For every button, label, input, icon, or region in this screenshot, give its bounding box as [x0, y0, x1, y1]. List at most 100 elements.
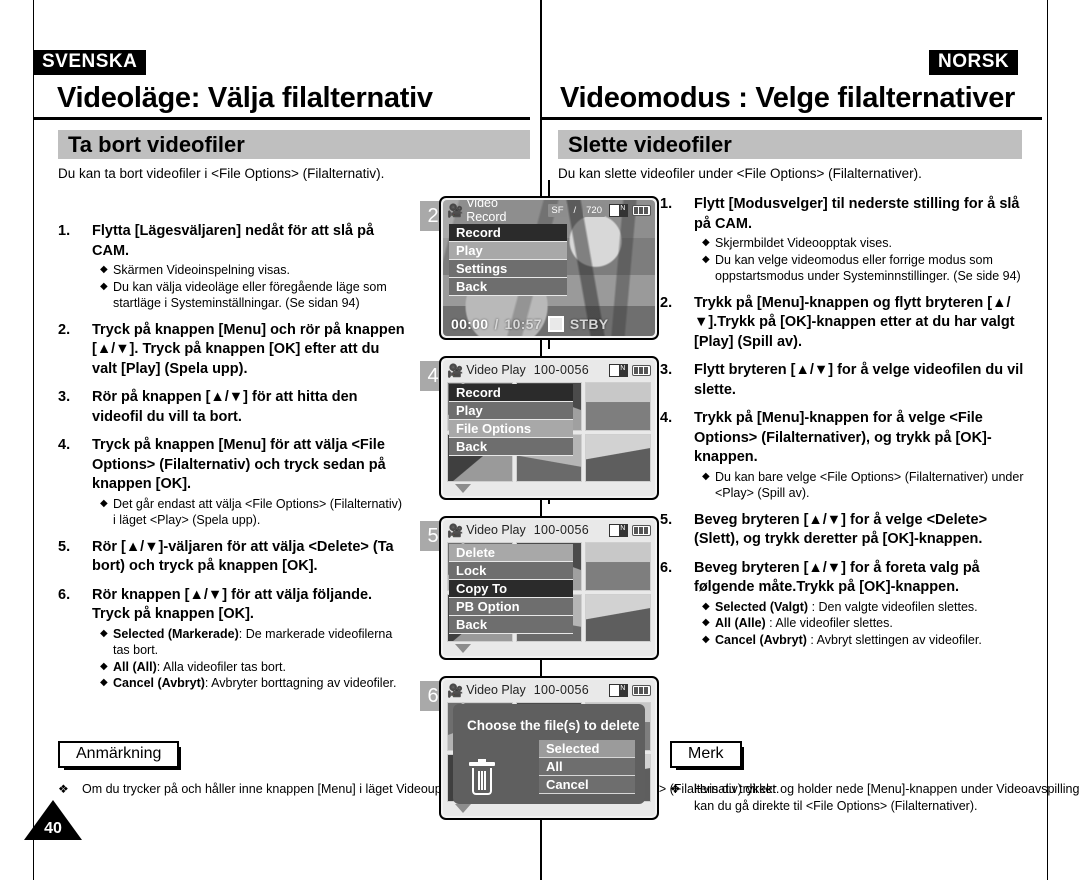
- bullet-text: Skjermbildet Videoopptak vises.: [715, 236, 892, 250]
- menu-item-back[interactable]: Back: [449, 438, 573, 456]
- status-bar: 🎥 Video Play 100-0056 N: [443, 520, 655, 540]
- file-number-label: 100-0056: [533, 523, 589, 537]
- lcd-menu[interactable]: Record Play File Options Back: [449, 384, 573, 456]
- screenshot-file-options-menu: 5 🎥 Video Play 100-0056 N Delete Lock Co…: [420, 516, 660, 671]
- menu-item-back[interactable]: Back: [449, 278, 567, 296]
- quality-separator: /: [573, 204, 577, 216]
- resolution-badge: 720: [583, 203, 605, 217]
- step-item: 1. Flytta [Lägesväljaren] nedåt för att …: [58, 222, 408, 312]
- step-text: Trykk på [Menu]-knappen for å velge <Fil…: [694, 410, 992, 465]
- diamond-bullet-icon: ◆: [702, 600, 710, 612]
- note-label: Anmärkning: [58, 741, 182, 771]
- status-bar: 🎥 Video Record SF / 720 N: [443, 200, 655, 224]
- screen-mode-title: Video Record: [466, 200, 507, 224]
- memory-card-icon: N: [609, 683, 628, 697]
- step-number: 2.: [58, 321, 71, 338]
- menu-item-record[interactable]: Record: [449, 224, 567, 242]
- dialog-button-cancel[interactable]: Cancel: [539, 776, 635, 794]
- memory-card-icon: N: [609, 523, 628, 537]
- bullet-item: ◆ Det går endast att välja <File Options…: [92, 496, 408, 529]
- memory-card-label: N: [618, 204, 627, 216]
- bullet-item: ◆ Selected (Valgt) : Den valgte videofil…: [694, 599, 1035, 616]
- step-text: Tryck på knappen [Menu] och rör på knapp…: [92, 321, 405, 377]
- lcd-menu[interactable]: Delete Lock Copy To PB Option Back: [449, 544, 573, 634]
- scroll-down-arrow-icon[interactable]: [455, 804, 471, 813]
- intro-text-norwegian: Du kan slette videofiler under <File Opt…: [558, 166, 922, 181]
- step-text: Trykk på [Menu]-knappen og flytt brytere…: [694, 294, 1015, 350]
- thumbnail-item[interactable]: [585, 433, 651, 482]
- step-item: 4. Trykk på [Menu]-knappen for å velge <…: [660, 409, 1035, 502]
- header-rule-right: [542, 117, 1042, 120]
- thumbnail-item[interactable]: [585, 542, 651, 591]
- step-number: 5.: [660, 511, 673, 528]
- diamond-bullet-icon: ◆: [100, 280, 108, 292]
- bullet-text: All (All): Alla videofiler tas bort.: [113, 659, 408, 676]
- bullet-text: Du kan bare velge <File Options> (Filalt…: [715, 469, 1024, 501]
- menu-item-back[interactable]: Back: [449, 616, 573, 634]
- step-item: 6. Beveg bryteren [▲/▼] for å foreta val…: [660, 559, 1035, 649]
- step-text: Flytt [Modusvelger] til nederste stillin…: [694, 196, 1020, 232]
- step-item: 2. Trykk på [Menu]-knappen og flytt bryt…: [660, 294, 1035, 353]
- menu-item-copy-to[interactable]: Copy To: [449, 580, 573, 598]
- dialog-title: Choose the file(s) to delete: [467, 718, 640, 733]
- menu-item-lock[interactable]: Lock: [449, 562, 573, 580]
- step-item: 1. Flytt [Modusvelger] til nederste stil…: [660, 195, 1035, 285]
- dialog-button-all[interactable]: All: [539, 758, 635, 776]
- menu-item-file-options[interactable]: File Options: [449, 420, 573, 438]
- bullet-item: ◆ Du kan bare velge <File Options> (Fila…: [694, 469, 1035, 502]
- steps-list-swedish: 1. Flytta [Lägesväljaren] nedåt för att …: [58, 222, 408, 701]
- thumbnail-item[interactable]: [585, 382, 651, 431]
- lcd-inner: 🎥 Video Play 100-0056 N Choose the file(…: [443, 680, 655, 816]
- bullet-text: Du kan välja videoläge eller föregående …: [113, 279, 387, 311]
- standby-box-icon: [547, 316, 564, 332]
- step-text: Rör knappen [▲/▼] för att välja följande…: [92, 586, 373, 623]
- bullet-desc: : Avbryter borttagning av videofiler.: [204, 676, 397, 690]
- language-tag-label: SVENSKA: [33, 50, 147, 75]
- diamond-bullet-icon: ◆: [100, 264, 108, 275]
- screen-mode-title: Video Play: [466, 683, 526, 697]
- screen-mode-title: Video Play: [466, 363, 526, 377]
- camcorder-icon: 🎥: [447, 682, 464, 698]
- step-bullets: ◆ Skjermbildet Videoopptak vises. ◆ Du k…: [694, 235, 1035, 285]
- step-item: 5. Rör [▲/▼]-väljaren för att välja <Del…: [58, 538, 408, 577]
- bullet-text: Skärmen Videoinspelning visas.: [113, 263, 290, 277]
- dialog-button-selected[interactable]: Selected: [539, 740, 635, 758]
- memory-card-icon: N: [609, 363, 628, 377]
- thumbnail-item[interactable]: [585, 593, 651, 642]
- step-number: 5.: [58, 538, 71, 555]
- lcd-menu[interactable]: Record Play Settings Back: [449, 224, 567, 296]
- dialog-buttons[interactable]: Selected All Cancel: [539, 740, 635, 794]
- diamond-bullet-icon: ◆: [702, 633, 710, 645]
- camcorder-icon: 🎥: [447, 362, 464, 378]
- lcd-inner: 🎥 Video Play 100-0056 N Record Play File…: [443, 360, 655, 496]
- left-margin-rule: [33, 0, 34, 880]
- menu-item-play[interactable]: Play: [449, 402, 573, 420]
- trash-can-icon: [469, 759, 495, 796]
- battery-icon: [632, 524, 651, 536]
- camera-screenshots: 2 🎥 Video Record SF / 720 N Record Play …: [420, 180, 660, 836]
- diamond-bullet-icon: ◆: [100, 660, 108, 672]
- step-text: Flytt bryteren [▲/▼] for å velge videofi…: [694, 362, 1024, 398]
- diamond-bullet-icon: ◆: [702, 253, 710, 265]
- scroll-down-arrow-icon[interactable]: [455, 644, 471, 653]
- step-number: 6.: [58, 586, 71, 603]
- bullet-desc: : Alla videofiler tas bort.: [156, 659, 286, 674]
- step-text: Tryck på knappen [Menu] för att välja <F…: [92, 437, 386, 492]
- bullet-item: ◆ Du kan velge videomodus eller forrige …: [694, 252, 1035, 285]
- menu-item-delete[interactable]: Delete: [449, 544, 573, 562]
- step-item: 5. Beveg bryteren [▲/▼] for å velge <Del…: [660, 511, 1035, 550]
- trash-lid: [469, 762, 495, 766]
- status-indicators: N: [609, 683, 651, 697]
- bullet-term: Cancel (Avbryt): [113, 676, 205, 690]
- battery-icon: [632, 204, 651, 216]
- menu-item-settings[interactable]: Settings: [449, 260, 567, 278]
- step-number: 1.: [58, 223, 71, 239]
- menu-item-play[interactable]: Play: [449, 242, 567, 260]
- menu-item-record[interactable]: Record: [449, 384, 573, 402]
- scroll-down-arrow-icon[interactable]: [455, 484, 471, 493]
- remaining-time: 10:57: [504, 316, 542, 332]
- menu-item-pb-option[interactable]: PB Option: [449, 598, 573, 616]
- step-bullets: ◆ Det går endast att välja <File Options…: [92, 496, 408, 529]
- note-body: ❖ Hvis du trykker og holder nede [Menu]-…: [670, 781, 1080, 814]
- trash-body: [472, 768, 492, 795]
